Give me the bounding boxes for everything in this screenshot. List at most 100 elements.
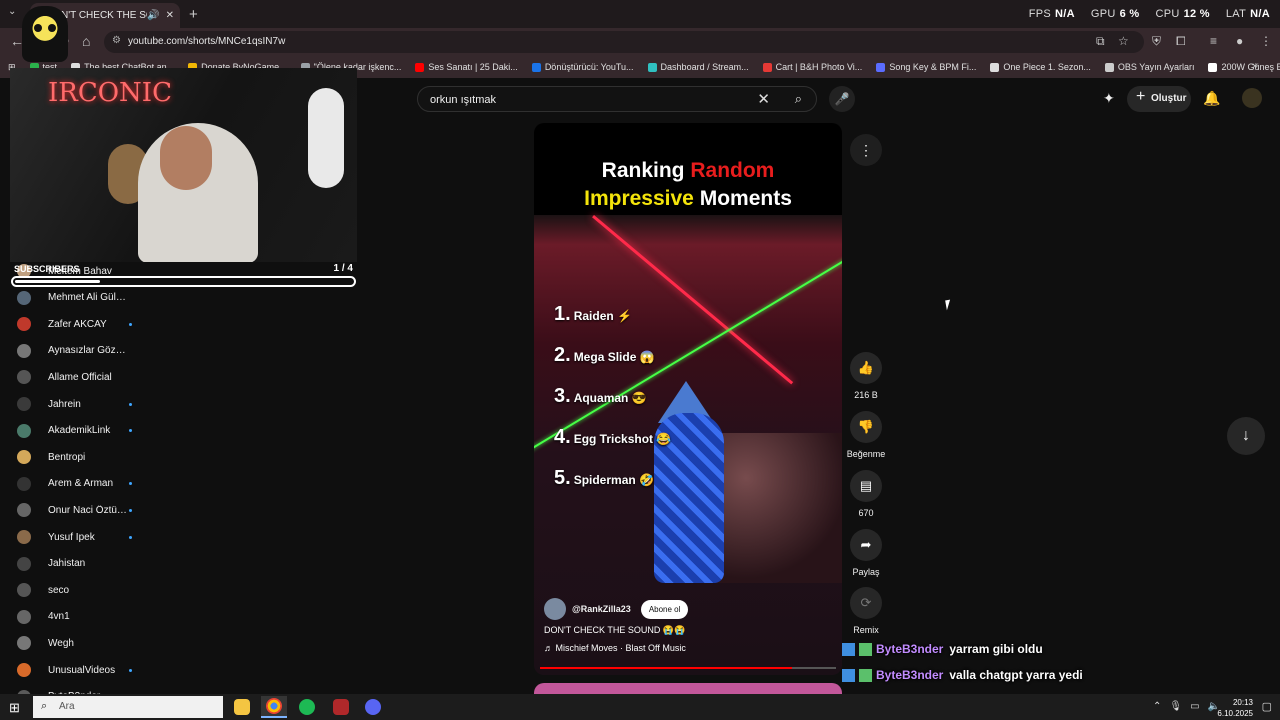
channel-name: Zafer AKCAY <box>48 318 107 330</box>
voicemeeter-icon[interactable] <box>328 696 354 718</box>
sidebar-channel[interactable]: Yusuf İpek <box>0 524 160 550</box>
crowd <box>704 433 842 583</box>
mic-icon[interactable]: 🎙 <box>1169 701 1182 712</box>
bookmark-favicon-icon <box>647 62 657 72</box>
windows-start-icon[interactable]: ⊞ <box>9 700 20 716</box>
chat-message: ByteB3nder valla chatgpt yarra yedi <box>842 668 1083 682</box>
performance-stats: FPS N/A GPU 6 % CPU 12 % LAT N/A <box>1029 8 1270 20</box>
bookmark-item[interactable]: 200W Güneş Enerjili... <box>1208 62 1280 72</box>
thumbs-up-icon[interactable]: 👍 <box>850 352 882 384</box>
dislike-action[interactable]: 👎 Beğenme <box>846 411 886 459</box>
bookmark-favicon-icon <box>1208 62 1218 72</box>
bookmark-item[interactable]: Song Key & BPM Fi... <box>876 62 976 72</box>
network-icon[interactable]: ▭ <box>1190 701 1199 712</box>
sidebar-channel[interactable]: AkademikLink <box>0 418 160 444</box>
channel-avatar <box>17 290 31 305</box>
home-icon[interactable]: ⌂ <box>82 33 90 49</box>
notifications-icon[interactable]: 🔔 <box>1203 90 1220 107</box>
channel-name: Jahistan <box>48 558 86 570</box>
account-avatar[interactable] <box>1242 88 1262 108</box>
search-input[interactable]: orkun ışıtmak ✕ ⌕ <box>417 86 817 112</box>
sidebar-channel[interactable]: Aynasızlar Gözünden <box>0 338 160 364</box>
next-video-arrow-icon[interactable]: ↓ <box>1227 417 1265 455</box>
tab-search-icon[interactable]: ⌄ <box>8 6 16 17</box>
channel-name: Allame Official <box>48 371 112 383</box>
speaker-icon[interactable]: 🔊 <box>147 10 159 21</box>
share-icon[interactable]: ➦ <box>850 529 882 561</box>
new-content-dot <box>129 322 132 326</box>
new-content-dot <box>129 508 132 512</box>
menu-icon[interactable]: ⋮ <box>1260 34 1272 48</box>
video-title[interactable]: DON'T CHECK THE SOUND 😭😭 <box>544 625 685 636</box>
sidebar-channel[interactable]: Wegh <box>0 630 160 656</box>
url-bar[interactable]: ⚙ youtube.com/shorts/MNCe1qsIN7w <box>104 31 1144 53</box>
sidebar-channel[interactable]: seco <box>0 577 160 603</box>
sidebar-channel[interactable]: 4vn1 <box>0 604 160 630</box>
channel-handle[interactable]: @RankZilla23 <box>572 604 631 614</box>
search-icon[interactable]: ⌕ <box>795 91 802 107</box>
sidebar-channel[interactable]: Onur Naci Öztürk... <box>0 497 160 523</box>
voice-search-icon[interactable]: 🎤 <box>829 86 855 112</box>
comment-icon[interactable]: ▤ <box>850 470 882 502</box>
shield-icon[interactable]: ⛨ <box>1152 34 1161 49</box>
remix-action[interactable]: ⟳ Remix <box>846 587 886 635</box>
bookmark-label: Ses Sanatı | 25 Daki... <box>428 62 518 72</box>
sidebar-channel[interactable]: Jahistan <box>0 551 160 577</box>
remix-icon[interactable]: ⟳ <box>850 587 882 619</box>
subscriber-goal: SUBSCRIBERS 1 / 4 <box>10 262 357 290</box>
chrome-icon[interactable] <box>261 696 287 718</box>
notifications-center-icon[interactable]: ▢ <box>1262 700 1272 713</box>
video-progress[interactable] <box>540 667 836 669</box>
short-video-player[interactable]: Ranking Random Impressive Moments 1. Raid… <box>534 123 842 675</box>
install-icon[interactable]: ⧉ <box>1096 34 1105 49</box>
more-options-icon[interactable]: ⋮ <box>850 134 882 166</box>
subscriber-goal-label: SUBSCRIBERS <box>14 264 80 274</box>
sidebar-channel[interactable]: Bentropi <box>0 444 160 470</box>
profile-icon[interactable]: ● <box>1236 34 1243 48</box>
channel-avatar <box>17 450 31 465</box>
search-labs-icon[interactable]: ✦ <box>1103 90 1115 107</box>
bookmark-item[interactable]: OBS Yayın Ayarları <box>1104 62 1194 72</box>
more-bookmarks-icon[interactable]: » <box>1252 60 1258 72</box>
bookmark-star-icon[interactable]: ☆ <box>1118 34 1129 48</box>
like-action[interactable]: 👍 216 B <box>846 352 886 400</box>
bookmark-item[interactable]: Dönüştürücü: YouTu... <box>531 62 634 72</box>
site-info-icon[interactable]: ⚙ <box>112 35 121 46</box>
bookmark-item[interactable]: Ses Sanatı | 25 Daki... <box>415 62 518 72</box>
bookmark-label: 200W Güneş Enerjili... <box>1221 62 1280 72</box>
bookmark-label: Song Key & BPM Fi... <box>889 62 977 72</box>
video-progress-fill <box>540 667 792 669</box>
media-icon[interactable]: ≡ <box>1210 34 1217 48</box>
channel-avatar <box>17 530 31 544</box>
tab-strip: ⌄ DON'T CHECK THE SOUND 🔊 ✕ + FPSN/A GPU… <box>0 0 1280 28</box>
clear-search-icon[interactable]: ✕ <box>757 90 770 108</box>
taskbar-search[interactable]: ⌕ Ara <box>33 696 223 718</box>
sidebar-channel[interactable]: Jahrein <box>0 391 160 417</box>
sidebar-channel[interactable]: Allame Official <box>0 364 160 390</box>
channel-avatar[interactable] <box>544 598 566 620</box>
file-explorer-icon[interactable] <box>229 696 255 718</box>
bookmark-item[interactable]: Dashboard / Stream... <box>647 62 749 72</box>
music-link[interactable]: ♬ Mischief Moves · Blast Off Music <box>544 643 686 653</box>
short-title-line1: Ranking Random <box>601 159 775 182</box>
close-tab-icon[interactable]: ✕ <box>166 10 174 21</box>
clock[interactable]: 20:13 6.10.2025 <box>1217 697 1253 719</box>
channel-name: AkademikLink <box>48 425 111 437</box>
sidebar-channel[interactable]: UnusualVideos <box>0 657 160 683</box>
stat-cpu: CPU 12 % <box>1155 8 1210 20</box>
sidebar-channel[interactable]: Zafer AKCAY <box>0 311 160 337</box>
thumbs-down-icon[interactable]: 👎 <box>850 411 882 443</box>
comment-action[interactable]: ▤ 670 <box>846 470 886 518</box>
extensions-icon[interactable]: ⧠ <box>1176 34 1186 49</box>
discord-icon[interactable] <box>360 696 386 718</box>
sidebar-channel[interactable]: Arem & Arman <box>0 471 160 497</box>
channel-name: seco <box>48 584 70 596</box>
bookmark-item[interactable]: One Piece 1. Sezon... <box>990 62 1091 72</box>
bookmark-item[interactable]: Cart | B&H Photo Vi... <box>762 62 862 72</box>
share-action[interactable]: ➦ Paylaş <box>846 529 886 577</box>
new-tab-button[interactable]: + <box>189 6 198 23</box>
spotify-icon[interactable] <box>294 696 320 718</box>
create-button[interactable]: + Oluştur <box>1127 86 1191 112</box>
subscribe-button[interactable]: Abone ol <box>640 599 689 619</box>
chevron-up-icon[interactable]: ⌃ <box>1153 701 1161 712</box>
